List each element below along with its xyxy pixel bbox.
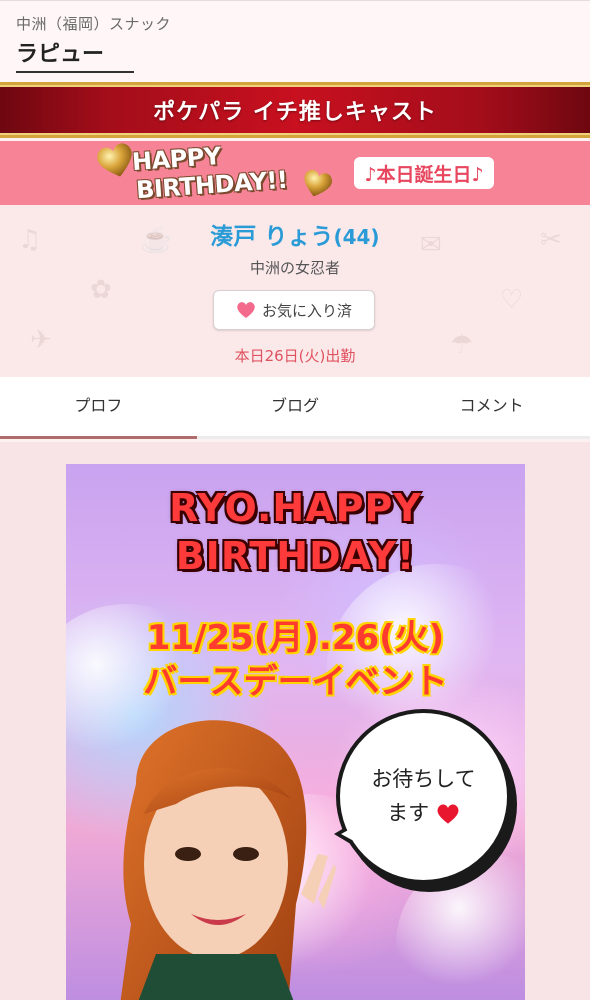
tab-profile[interactable]: プロフ bbox=[0, 377, 197, 439]
profile-content: RYO.HAPPY BIRTHDAY! 11/25(月).26(火) バースデー… bbox=[0, 442, 590, 1000]
shop-header: 中洲（福岡）スナック ラピュー bbox=[0, 0, 590, 82]
heart-icon bbox=[237, 302, 255, 318]
birthday-event-poster[interactable]: RYO.HAPPY BIRTHDAY! 11/25(月).26(火) バースデー… bbox=[66, 464, 525, 1000]
recommended-cast-banner: ポケパラ イチ推しキャスト bbox=[0, 82, 590, 138]
background-doodle: ♡ bbox=[500, 285, 524, 315]
speech-bubble-tail-inner bbox=[341, 822, 363, 846]
gold-heart-icon bbox=[304, 169, 333, 197]
cast-name: 湊戸 りょう(44) bbox=[0, 217, 590, 251]
banner-title: ポケパラ イチ推しキャスト bbox=[153, 100, 437, 125]
cast-name-text: 湊戸 りょう bbox=[210, 224, 334, 250]
shop-name-link[interactable]: ラピュー bbox=[16, 41, 134, 73]
cast-profile: ♫ ✿ ☕ ✉ ♡ ✂ ✈ ☂ 湊戸 りょう(44) 中洲の女忍者 お気に入り済… bbox=[0, 205, 590, 377]
profile-tabs: プロフ ブログ コメント bbox=[0, 377, 590, 439]
speech-bubble: お待ちして ます bbox=[336, 709, 511, 884]
background-doodle: ✿ bbox=[90, 275, 112, 305]
happy-birthday-art: HAPPY BIRTHDAY!! bbox=[96, 141, 336, 205]
heart-icon bbox=[437, 804, 459, 824]
workday-status: 本日26日(火)出勤 bbox=[234, 347, 356, 365]
tab-label: ブログ bbox=[271, 395, 320, 415]
tab-label: コメント bbox=[459, 395, 524, 415]
tab-blog[interactable]: ブログ bbox=[197, 377, 394, 436]
poster-title-line2: BIRTHDAY! bbox=[175, 534, 416, 578]
bubble-line1: お待ちして bbox=[371, 766, 476, 791]
poster-title-line1: RYO.HAPPY bbox=[169, 486, 422, 530]
bubble-line2: ます bbox=[387, 797, 460, 831]
cast-age: (44) bbox=[333, 225, 380, 249]
favorite-button-label: お気に入り済 bbox=[261, 301, 352, 320]
tab-label: プロフ bbox=[74, 395, 123, 415]
cast-photo bbox=[120, 720, 336, 1000]
tab-comment[interactable]: コメント bbox=[393, 377, 590, 436]
birthday-today-badge: ♪本日誕生日♪ bbox=[354, 157, 494, 189]
shop-area-category: 中洲（福岡）スナック bbox=[16, 15, 172, 33]
favorite-button[interactable]: お気に入り済 bbox=[213, 290, 375, 330]
birthday-strip: HAPPY BIRTHDAY!! ♪本日誕生日♪ bbox=[0, 141, 590, 205]
cast-catchphrase: 中洲の女忍者 bbox=[249, 259, 340, 277]
poster-date-line: 11/25(月).26(火) bbox=[146, 618, 445, 658]
poster-event-line: バースデーイベント bbox=[143, 662, 448, 702]
